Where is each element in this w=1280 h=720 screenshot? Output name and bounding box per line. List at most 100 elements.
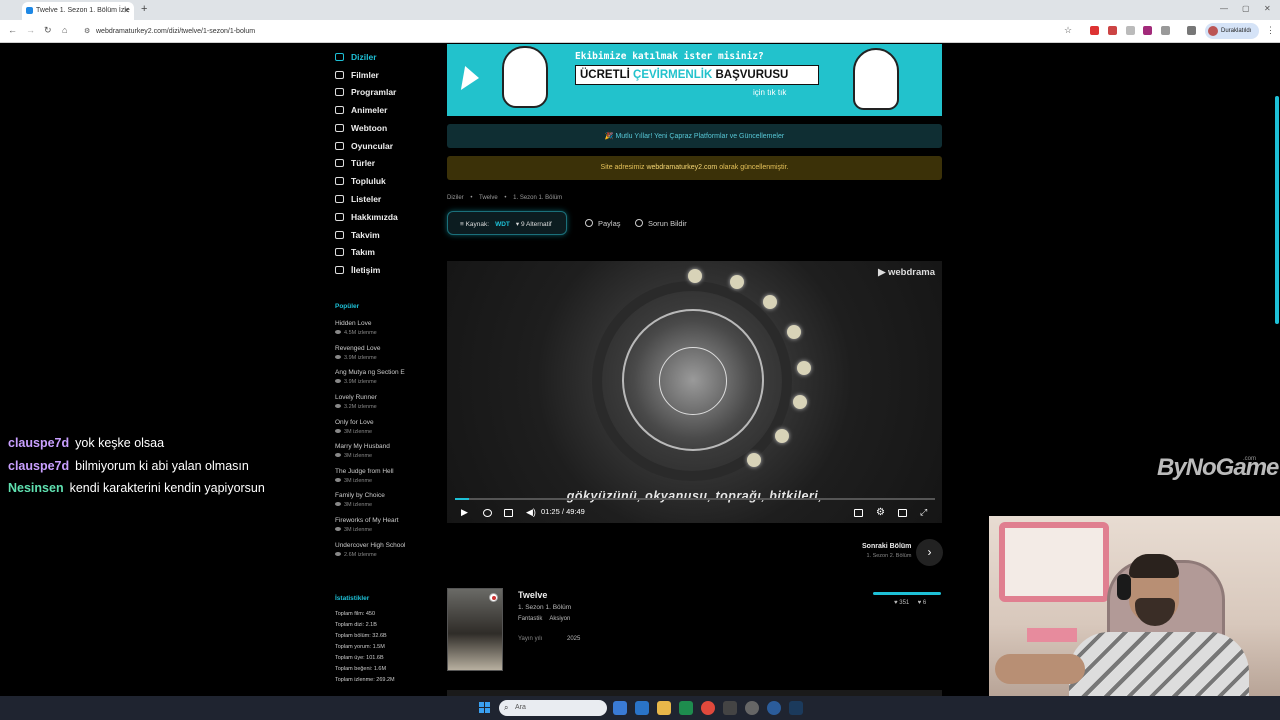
close-window-icon[interactable]: ✕ <box>1264 4 1271 13</box>
forward-icon[interactable]: → <box>26 25 35 35</box>
eye-icon <box>335 355 341 359</box>
media-control-icon[interactable] <box>1187 26 1196 35</box>
close-tab-icon[interactable]: ✕ <box>123 6 130 15</box>
popular-item[interactable]: The Judge from Hell <box>335 468 394 475</box>
popular-item[interactable]: Only for Love <box>335 419 374 426</box>
popular-item[interactable]: Lovely Runner <box>335 394 377 401</box>
taskbar-search[interactable]: ⌕ Ara <box>499 700 607 716</box>
back-icon[interactable]: ← <box>8 25 17 35</box>
sidebar-item-webtoon[interactable]: Webtoon <box>335 123 387 139</box>
extension-icon[interactable] <box>1126 26 1135 35</box>
sidebar-item-programlar[interactable]: Programlar <box>335 87 396 103</box>
sidebar-item-diziler[interactable]: Diziler <box>335 52 377 68</box>
play-icon[interactable]: ▶ <box>461 507 468 518</box>
rewind-10-icon[interactable] <box>483 509 492 517</box>
extension-icon[interactable] <box>1090 26 1099 35</box>
stats-heading: İstatistikler <box>335 595 370 602</box>
recruitment-banner[interactable]: Ekibimize katılmak ister misiniz? ÜCRETL… <box>447 44 942 116</box>
reload-icon[interactable]: ↻ <box>44 25 52 36</box>
popular-views: 3M izlenme <box>335 429 372 435</box>
breadcrumb-item[interactable]: Diziler <box>447 195 464 201</box>
stat-line: Toplam bölüm: 32.6B <box>335 633 387 639</box>
popular-item[interactable]: Family by Choice <box>335 492 385 499</box>
show-title[interactable]: Twelve <box>518 590 547 600</box>
next-episode-link[interactable]: Sonraki Bölüm 1. Sezon 2. Bölüm <box>862 543 911 559</box>
sidebar-item-takvim[interactable]: Takvim <box>335 230 380 246</box>
sidebar-item-oyuncular[interactable]: Oyuncular <box>335 141 393 157</box>
file-explorer-icon[interactable] <box>657 701 671 715</box>
chat-text: bilmiyorum ki abi yalan olmasın <box>75 458 249 473</box>
share-button[interactable]: Paylaş <box>585 219 621 228</box>
like-count: 351 <box>899 600 910 606</box>
popular-item[interactable]: Revenged Love <box>335 345 381 352</box>
webdrama-logo-icon <box>460 66 482 90</box>
extensions-puzzle-icon[interactable] <box>1161 26 1170 35</box>
like-icon[interactable]: ♥ <box>894 600 898 606</box>
picture-in-picture-icon[interactable] <box>898 509 907 517</box>
popular-item[interactable]: Ang Mutya ng Section E <box>335 369 405 376</box>
browser-tabbar: Twelve 1. Sezon 1. Bölüm İzle ✕ + — ▢ ✕ <box>0 0 1280 20</box>
chrome-icon[interactable] <box>701 701 715 715</box>
sidebar-item-label: Webtoon <box>351 123 388 133</box>
breadcrumb: Diziler • Twelve • 1. Sezon 1. Bölüm <box>447 195 567 201</box>
site-info-icon[interactable]: ⚙ <box>84 27 90 35</box>
dislike-icon[interactable]: ♥ <box>918 600 922 606</box>
extension-icon[interactable] <box>1143 26 1152 35</box>
popular-item[interactable]: Hidden Love <box>335 320 372 327</box>
sidebar-item-listeler[interactable]: Listeler <box>335 194 381 210</box>
minimize-icon[interactable]: — <box>1220 4 1228 13</box>
video-player[interactable]: ▶ webdrama gökyüzünü, okyanusu, toprağı,… <box>447 261 942 523</box>
sidebar-item-takim[interactable]: Takım <box>335 247 375 263</box>
moon-frame <box>730 275 744 289</box>
edge-icon[interactable] <box>613 701 627 715</box>
steam-icon[interactable] <box>789 701 803 715</box>
volume-icon[interactable]: ◀) <box>526 507 536 518</box>
source-selector-button[interactable]: ≡ Kaynak: WDT ▾ 9 Alternatif <box>447 211 567 235</box>
sidebar-item-iletisim[interactable]: İletişim <box>335 265 380 281</box>
windows-start-icon[interactable] <box>479 702 491 714</box>
seek-bar[interactable] <box>455 498 935 500</box>
chat-message: Nesinsen kendi karakterini kendin yapiyor… <box>8 477 265 500</box>
popular-item[interactable]: Fireworks of My Heart <box>335 517 399 524</box>
extension-icon[interactable] <box>1108 26 1117 35</box>
obs-icon[interactable] <box>745 701 759 715</box>
popular-item[interactable]: Marry My Husband <box>335 443 390 450</box>
sidebar-item-hakkimizda[interactable]: Hakkımızda <box>335 212 398 228</box>
bookmark-star-icon[interactable]: ☆ <box>1064 25 1072 36</box>
show-poster[interactable] <box>447 588 503 671</box>
sidebar-item-filmler[interactable]: Filmler <box>335 70 379 86</box>
sidebar-item-turler[interactable]: Türler <box>335 158 375 174</box>
forward-10-icon[interactable] <box>504 509 513 517</box>
report-issue-button[interactable]: Sorun Bildir <box>635 219 687 228</box>
genre-tag[interactable]: Aksiyon <box>549 616 570 622</box>
settings-gear-icon[interactable]: ⚙ <box>876 507 885 518</box>
moon-frame <box>688 269 702 283</box>
search-icon: ⌕ <box>504 703 509 712</box>
breadcrumb-item[interactable]: Twelve <box>479 195 498 201</box>
profile-button[interactable]: Duraklatıldı <box>1205 23 1259 39</box>
app-icon[interactable] <box>723 701 737 715</box>
calendar-icon <box>335 231 344 239</box>
home-icon[interactable]: ⌂ <box>62 25 67 35</box>
stat-line: Toplam izlenme: 269.2M <box>335 677 395 683</box>
chat-text: yok keşke olsaa <box>75 436 165 450</box>
maximize-icon[interactable]: ▢ <box>1242 4 1250 13</box>
excel-icon[interactable] <box>679 701 693 715</box>
chevron-right-icon[interactable]: › <box>916 539 943 566</box>
app-icon[interactable] <box>767 701 781 715</box>
announcement-new-year[interactable]: 🎉 Mutlu Yıllar! Yeni Çapraz Platformlar … <box>447 124 942 148</box>
popular-item[interactable]: Undercover High School <box>335 542 405 549</box>
genre-tag[interactable]: Fantastik <box>518 616 542 622</box>
sidebar-item-animeler[interactable]: Animeler <box>335 105 387 121</box>
page-scrollbar[interactable] <box>1275 96 1279 324</box>
captions-icon[interactable] <box>854 509 863 517</box>
browser-tab[interactable]: Twelve 1. Sezon 1. Bölüm İzle ✕ <box>22 2 134 20</box>
sidebar-item-topluluk[interactable]: Topluluk <box>335 176 386 192</box>
mail-icon[interactable] <box>635 701 649 715</box>
fullscreen-icon[interactable]: ⤢ <box>920 507 927 518</box>
url-field[interactable]: ⚙ webdramaturkey2.com/dizi/twelve/1-sezo… <box>80 23 1060 40</box>
new-tab-icon[interactable]: + <box>141 3 147 15</box>
korea-flag-icon <box>489 593 498 602</box>
genre-list: Fantastik Aksiyon <box>518 616 577 622</box>
browser-menu-icon[interactable]: ⋮ <box>1266 25 1275 36</box>
